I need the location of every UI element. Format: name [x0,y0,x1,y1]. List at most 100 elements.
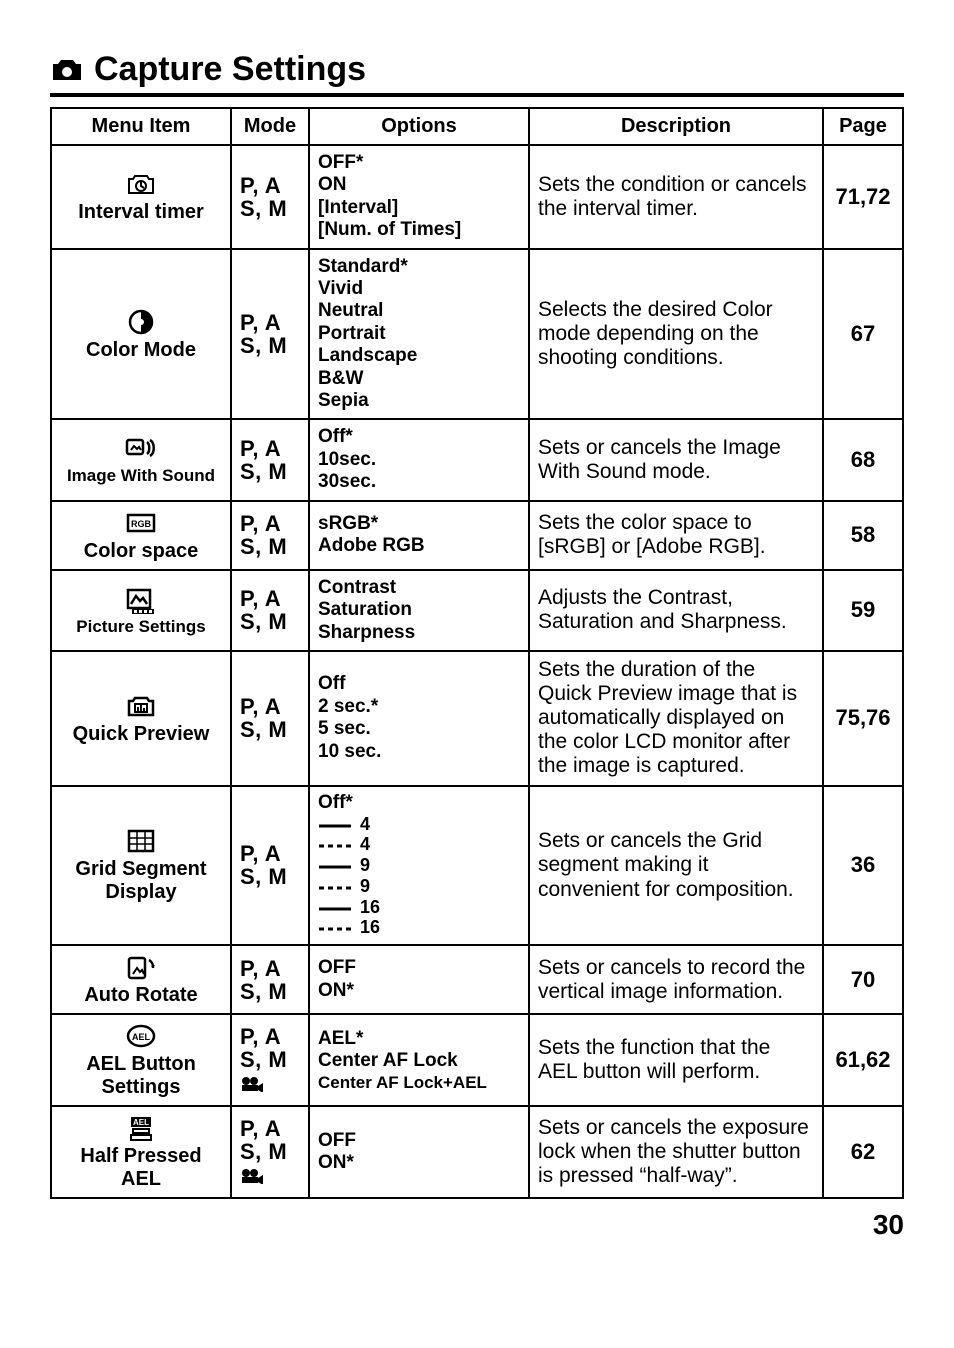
grid-option-line: 4 [318,835,520,855]
menu-item-cell: Quick Preview [51,651,231,786]
table-row: AEL Half Pressed AEL P, A S, M OFF ON* Sets … [51,1106,903,1198]
grid-option-count: 4 [360,835,370,855]
options-cell: OFF* ON [Interval] [Num. of Times] [309,145,529,249]
solid-line-icon [318,905,352,913]
option-value: OFF ON* [318,1130,356,1173]
option-value: OFF* ON [Interval] [Num. of Times] [318,152,461,240]
grid-option-line: 9 [318,856,520,876]
grid-option-line: 16 [318,898,520,918]
menu-item-cell: Interval timer [51,145,231,249]
description-cell: Sets or cancels to record the vertical i… [529,945,823,1014]
movie-mode-icon [240,1076,264,1092]
grid-option-line: 16 [318,918,520,938]
mode-cell: P, A S, M [231,786,309,946]
svg-text:RGB: RGB [131,519,152,529]
mode-cell: P, A S, M [231,1106,309,1198]
menu-item-cell: Image With Sound [51,419,231,500]
table-row: Image With SoundP, A S, MOff* 10sec. 30s… [51,419,903,500]
options-cell: Contrast Saturation Sharpness [309,570,529,651]
options-cell: AEL* Center AF LockCenter AF Lock+AEL [309,1014,529,1106]
page-ref-cell: 36 [823,786,903,946]
dashed-line-icon [318,925,352,933]
options-cell: OFF ON* [309,1106,529,1198]
description-cell: Sets the color space to [sRGB] or [Adobe… [529,501,823,570]
menu-item-label: Color space [60,540,222,563]
option-value: Contrast Saturation Sharpness [318,577,415,643]
option-value: Off 2 sec.* 5 sec. 10 sec. [318,673,381,761]
table-row: AELAEL Button Settings P, A S, M AEL* Cent… [51,1014,903,1106]
image-with-sound-icon [123,434,159,464]
menu-item-label: Picture Settings [60,617,222,637]
mode-text: P, A S, M [240,173,287,221]
page-ref-cell: 75,76 [823,651,903,786]
options-cell: OFF ON* [309,945,529,1014]
dashed-line-icon [318,842,352,850]
mode-text: P, A S, M [240,694,287,742]
solid-line-icon [318,822,352,830]
options-cell: sRGB* Adobe RGB [309,501,529,570]
option-value: Off* [318,793,520,814]
mode-text: P, A S, M [240,586,287,634]
table-row: Quick Preview P, A S, M Off 2 sec.* 5 sec.… [51,651,903,786]
mode-cell: P, A S, M [231,249,309,420]
table-header-row: Menu Item Mode Options Description Page [51,108,903,145]
description-cell: Sets or cancels the exposure lock when t… [529,1106,823,1198]
mode-cell: P, A S, M [231,501,309,570]
description-cell: Selects the desired Color mode depending… [529,249,823,420]
solid-line-icon [318,863,352,871]
grid-option-count: 16 [360,898,380,918]
menu-item-label: Half Pressed AEL [60,1145,222,1191]
page-title: Capture Settings [94,50,366,89]
ael-button-icon: AEL [123,1021,159,1051]
mode-cell: P, A S, M [231,1014,309,1106]
page-ref-cell: 71,72 [823,145,903,249]
menu-item-label: Auto Rotate [60,984,222,1007]
options-cell: Off* 10sec. 30sec. [309,419,529,500]
page-ref-cell: 70 [823,945,903,1014]
half-pressed-ael-icon: AEL [123,1113,159,1143]
color-mode-icon [123,307,159,337]
menu-item-cell: Picture Settings [51,570,231,651]
page-number: 30 [50,1209,904,1241]
mode-text: P, A S, M [240,1024,287,1072]
interval-timer-icon [123,169,159,199]
mode-cell: P, A S, M [231,945,309,1014]
description-cell: Sets the condition or cancels the interv… [529,145,823,249]
capture-settings-table: Menu Item Mode Options Description Page … [50,107,904,1199]
option-value: Off* 10sec. 30sec. [318,426,376,492]
menu-item-label: Color Mode [60,339,222,362]
mode-cell: P, A S, M [231,570,309,651]
mode-text: P, A S, M [240,1116,287,1164]
menu-item-label: Quick Preview [60,723,222,746]
header-mode: Mode [231,108,309,145]
grid-option-count: 9 [360,856,370,876]
mode-text: P, A S, M [240,841,287,889]
header-options: Options [309,108,529,145]
page-title-row: Capture Settings [50,50,904,97]
menu-item-cell: RGB Color space [51,501,231,570]
menu-item-label: Image With Sound [60,466,222,486]
quick-preview-icon [123,691,159,721]
grid-option-count: 9 [360,877,370,897]
header-menu-item: Menu Item [51,108,231,145]
mode-text: P, A S, M [240,511,287,559]
svg-text:AEL: AEL [133,1118,149,1127]
table-row: Color Mode P, A S, MStandard* Vivid Neutr… [51,249,903,420]
menu-item-label: AEL Button Settings [60,1053,222,1099]
page-ref-cell: 62 [823,1106,903,1198]
camera-icon [50,56,84,84]
description-cell: Sets the duration of the Quick Preview i… [529,651,823,786]
page-ref-cell: 59 [823,570,903,651]
description-cell: Adjusts the Contrast, Saturation and Sha… [529,570,823,651]
mode-cell: P, A S, M [231,651,309,786]
page-ref-cell: 61,62 [823,1014,903,1106]
grid-option-count: 16 [360,918,380,938]
movie-mode-icon [240,1168,264,1184]
menu-item-cell: Auto Rotate [51,945,231,1014]
menu-item-cell: AEL Half Pressed AEL [51,1106,231,1198]
option-value: Standard* Vivid Neutral Portrait Landsca… [318,256,417,411]
options-cell: Off 2 sec.* 5 sec. 10 sec. [309,651,529,786]
menu-item-label: Grid Segment Display [60,858,222,904]
table-row: Picture Settings P, A S, M Contrast Satura… [51,570,903,651]
option-value: AEL* Center AF Lock [318,1028,458,1071]
